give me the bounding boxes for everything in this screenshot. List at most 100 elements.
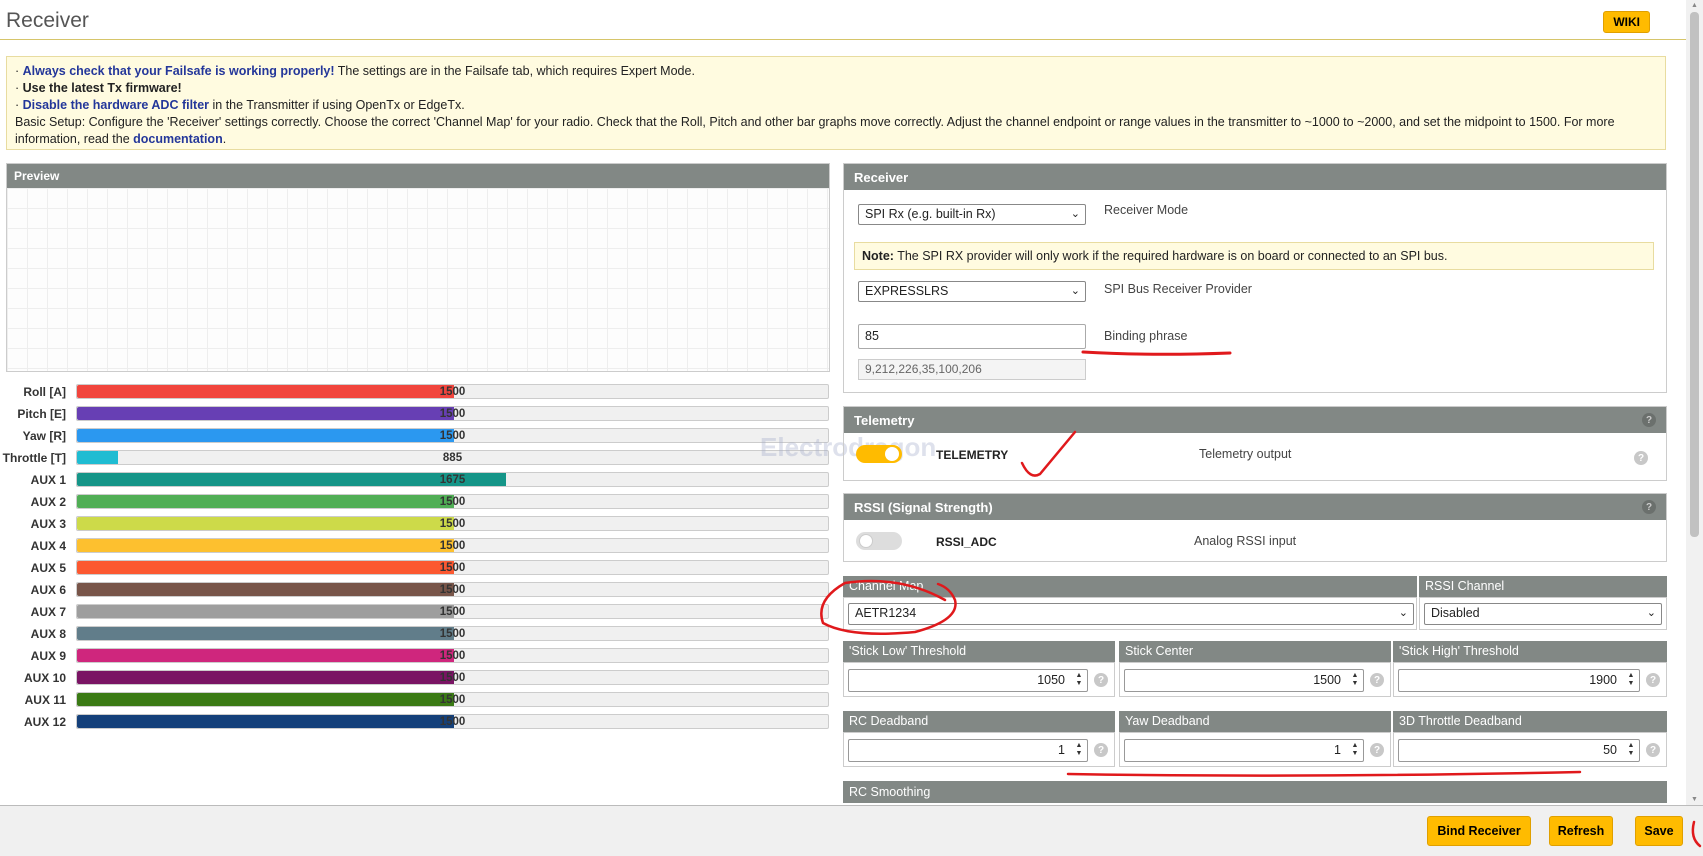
spi-provider-value: EXPRESSLRS: [865, 284, 949, 298]
deadband-header: 3D Throttle Deadband: [1393, 711, 1667, 732]
channel-value: 1500: [439, 518, 466, 530]
preview-canvas[interactable]: [7, 188, 829, 448]
scroll-down-icon[interactable]: ▼: [1691, 796, 1698, 803]
rssi-panel-title: RSSI (Signal Strength): [854, 499, 993, 515]
deadband-input[interactable]: 1 ▲ ▼: [848, 739, 1088, 762]
channel-bar-row: AUX 10 1500: [0, 669, 830, 687]
bind-receiver-button[interactable]: Bind Receiver: [1427, 816, 1531, 846]
channel-map-header: Channel Map: [843, 576, 1417, 597]
channel-bar-track: 885: [76, 450, 829, 465]
channel-label: AUX 4: [30, 539, 66, 553]
receiver-mode-select[interactable]: SPI Rx (e.g. built-in Rx) ⌄: [858, 204, 1086, 225]
spi-provider-select[interactable]: EXPRESSLRS ⌄: [858, 281, 1086, 302]
threshold-value: 1500: [1313, 673, 1341, 687]
channel-bar-track: 1500: [76, 538, 829, 553]
channel-bar-row: AUX 7 1500: [0, 603, 830, 621]
help-icon[interactable]: ?: [1642, 500, 1656, 514]
toggle-knob: [859, 534, 873, 548]
channel-label: AUX 3: [30, 517, 66, 531]
wiki-button[interactable]: WIKI: [1603, 11, 1650, 33]
help-icon[interactable]: ?: [1094, 673, 1108, 687]
channel-bar-row: Throttle [T] 885: [0, 449, 830, 467]
help-icon[interactable]: ?: [1370, 673, 1384, 687]
channel-label: AUX 12: [23, 715, 66, 729]
receiver-mode-label: Receiver Mode: [1104, 203, 1189, 217]
telemetry-toggle[interactable]: [856, 445, 902, 463]
spinner-icon[interactable]: ▲ ▼: [1074, 672, 1084, 688]
chevron-down-icon: ⌄: [1398, 607, 1408, 619]
threshold-input[interactable]: 1050 ▲ ▼: [848, 669, 1088, 692]
channel-map-select[interactable]: AETR1234 ⌄: [848, 603, 1414, 625]
receiver-panel-title: Receiver: [854, 169, 909, 185]
spi-note-text: The SPI RX provider will only work if th…: [893, 249, 1448, 263]
channel-bar-track: 1675: [76, 472, 829, 487]
spinner-icon[interactable]: ▲ ▼: [1626, 672, 1636, 688]
receiver-mode-value: SPI Rx (e.g. built-in Rx): [865, 207, 996, 221]
refresh-button[interactable]: Refresh: [1549, 816, 1613, 846]
binding-uid-field: 9,212,226,35,100,206: [858, 359, 1086, 380]
help-icon[interactable]: ?: [1642, 413, 1656, 427]
spi-note: Note: The SPI RX provider will only work…: [854, 242, 1654, 270]
scroll-up-icon[interactable]: ▲: [1691, 2, 1698, 9]
channel-value: 1500: [439, 672, 466, 684]
page-scrollbar[interactable]: ▲ ▼: [1686, 0, 1703, 805]
telemetry-panel-header: Telemetry ?: [844, 407, 1666, 433]
adc-filter-link[interactable]: Disable the hardware ADC filter: [23, 98, 209, 112]
preview-header: Preview: [7, 164, 829, 188]
channel-label: Throttle [T]: [2, 451, 66, 465]
deadband-header: Yaw Deadband: [1119, 711, 1391, 732]
channel-bar-track: 1500: [76, 670, 829, 685]
scrollbar-thumb[interactable]: [1690, 12, 1699, 537]
channel-bar-track: 1500: [76, 648, 829, 663]
page-title: Receiver: [6, 9, 89, 32]
binding-phrase-label: Binding phrase: [1104, 329, 1188, 343]
rssi-toggle-desc: Analog RSSI input: [1194, 534, 1297, 548]
channel-value: 1500: [439, 628, 466, 640]
channel-map-row: Channel Map RSSI Channel AETR1234 ⌄ Disa…: [843, 576, 1667, 630]
spinner-icon[interactable]: ▲ ▼: [1350, 742, 1360, 758]
failsafe-link[interactable]: Always check that your Failsafe is worki…: [23, 64, 335, 78]
documentation-link[interactable]: documentation: [133, 132, 223, 146]
channel-value: 885: [442, 452, 463, 464]
help-icon[interactable]: ?: [1646, 743, 1660, 757]
spinner-icon[interactable]: ▲ ▼: [1626, 742, 1636, 758]
channel-value: 1675: [439, 474, 466, 486]
rssi-adc-toggle[interactable]: [856, 532, 902, 550]
footer-toolbar: Bind Receiver Refresh Save: [0, 805, 1703, 856]
spi-note-bold: Note:: [862, 249, 894, 263]
threshold-input[interactable]: 1900 ▲ ▼: [1398, 669, 1640, 692]
help-icon[interactable]: ?: [1094, 743, 1108, 757]
channel-bar-track: 1500: [76, 406, 829, 421]
deadband-input[interactable]: 50 ▲ ▼: [1398, 739, 1640, 762]
channel-bar-row: AUX 4 1500: [0, 537, 830, 555]
channel-bar-row: AUX 12 1500: [0, 713, 830, 731]
channel-map-cell: AETR1234 ⌄: [843, 597, 1417, 630]
threshold-input[interactable]: 1500 ▲ ▼: [1124, 669, 1364, 692]
save-button[interactable]: Save: [1635, 816, 1683, 846]
channel-bar-row: AUX 8 1500: [0, 625, 830, 643]
help-icon[interactable]: ?: [1634, 451, 1648, 465]
chevron-down-icon: ⌄: [1070, 285, 1080, 297]
channel-bar-row: AUX 9 1500: [0, 647, 830, 665]
channel-bar-track: 1500: [76, 428, 829, 443]
channel-bar-row: Yaw [R] 1500: [0, 427, 830, 445]
spinner-icon[interactable]: ▲ ▼: [1074, 742, 1084, 758]
rssi-panel: RSSI (Signal Strength) ? RSSI_ADC Analog…: [843, 493, 1667, 562]
rssi-toggle-name: RSSI_ADC: [936, 535, 997, 549]
channel-bar-row: AUX 2 1500: [0, 493, 830, 511]
chevron-down-icon: ⌄: [1070, 208, 1080, 220]
channel-bar-track: 1500: [76, 582, 829, 597]
channel-bar-row: AUX 5 1500: [0, 559, 830, 577]
receiver-panel-header: Receiver: [844, 164, 1666, 190]
channel-bar-row: AUX 11 1500: [0, 691, 830, 709]
help-icon[interactable]: ?: [1370, 743, 1384, 757]
spi-provider-label: SPI Bus Receiver Provider: [1104, 282, 1252, 296]
channel-value: 1500: [439, 496, 466, 508]
notice-line2-text: Use the latest Tx firmware!: [22, 81, 182, 95]
rssi-channel-select[interactable]: Disabled ⌄: [1424, 603, 1662, 625]
spinner-icon[interactable]: ▲ ▼: [1350, 672, 1360, 688]
deadband-input[interactable]: 1 ▲ ▼: [1124, 739, 1364, 762]
channel-bar-track: 1500: [76, 384, 829, 399]
binding-phrase-input[interactable]: 85: [858, 324, 1086, 349]
help-icon[interactable]: ?: [1646, 673, 1660, 687]
